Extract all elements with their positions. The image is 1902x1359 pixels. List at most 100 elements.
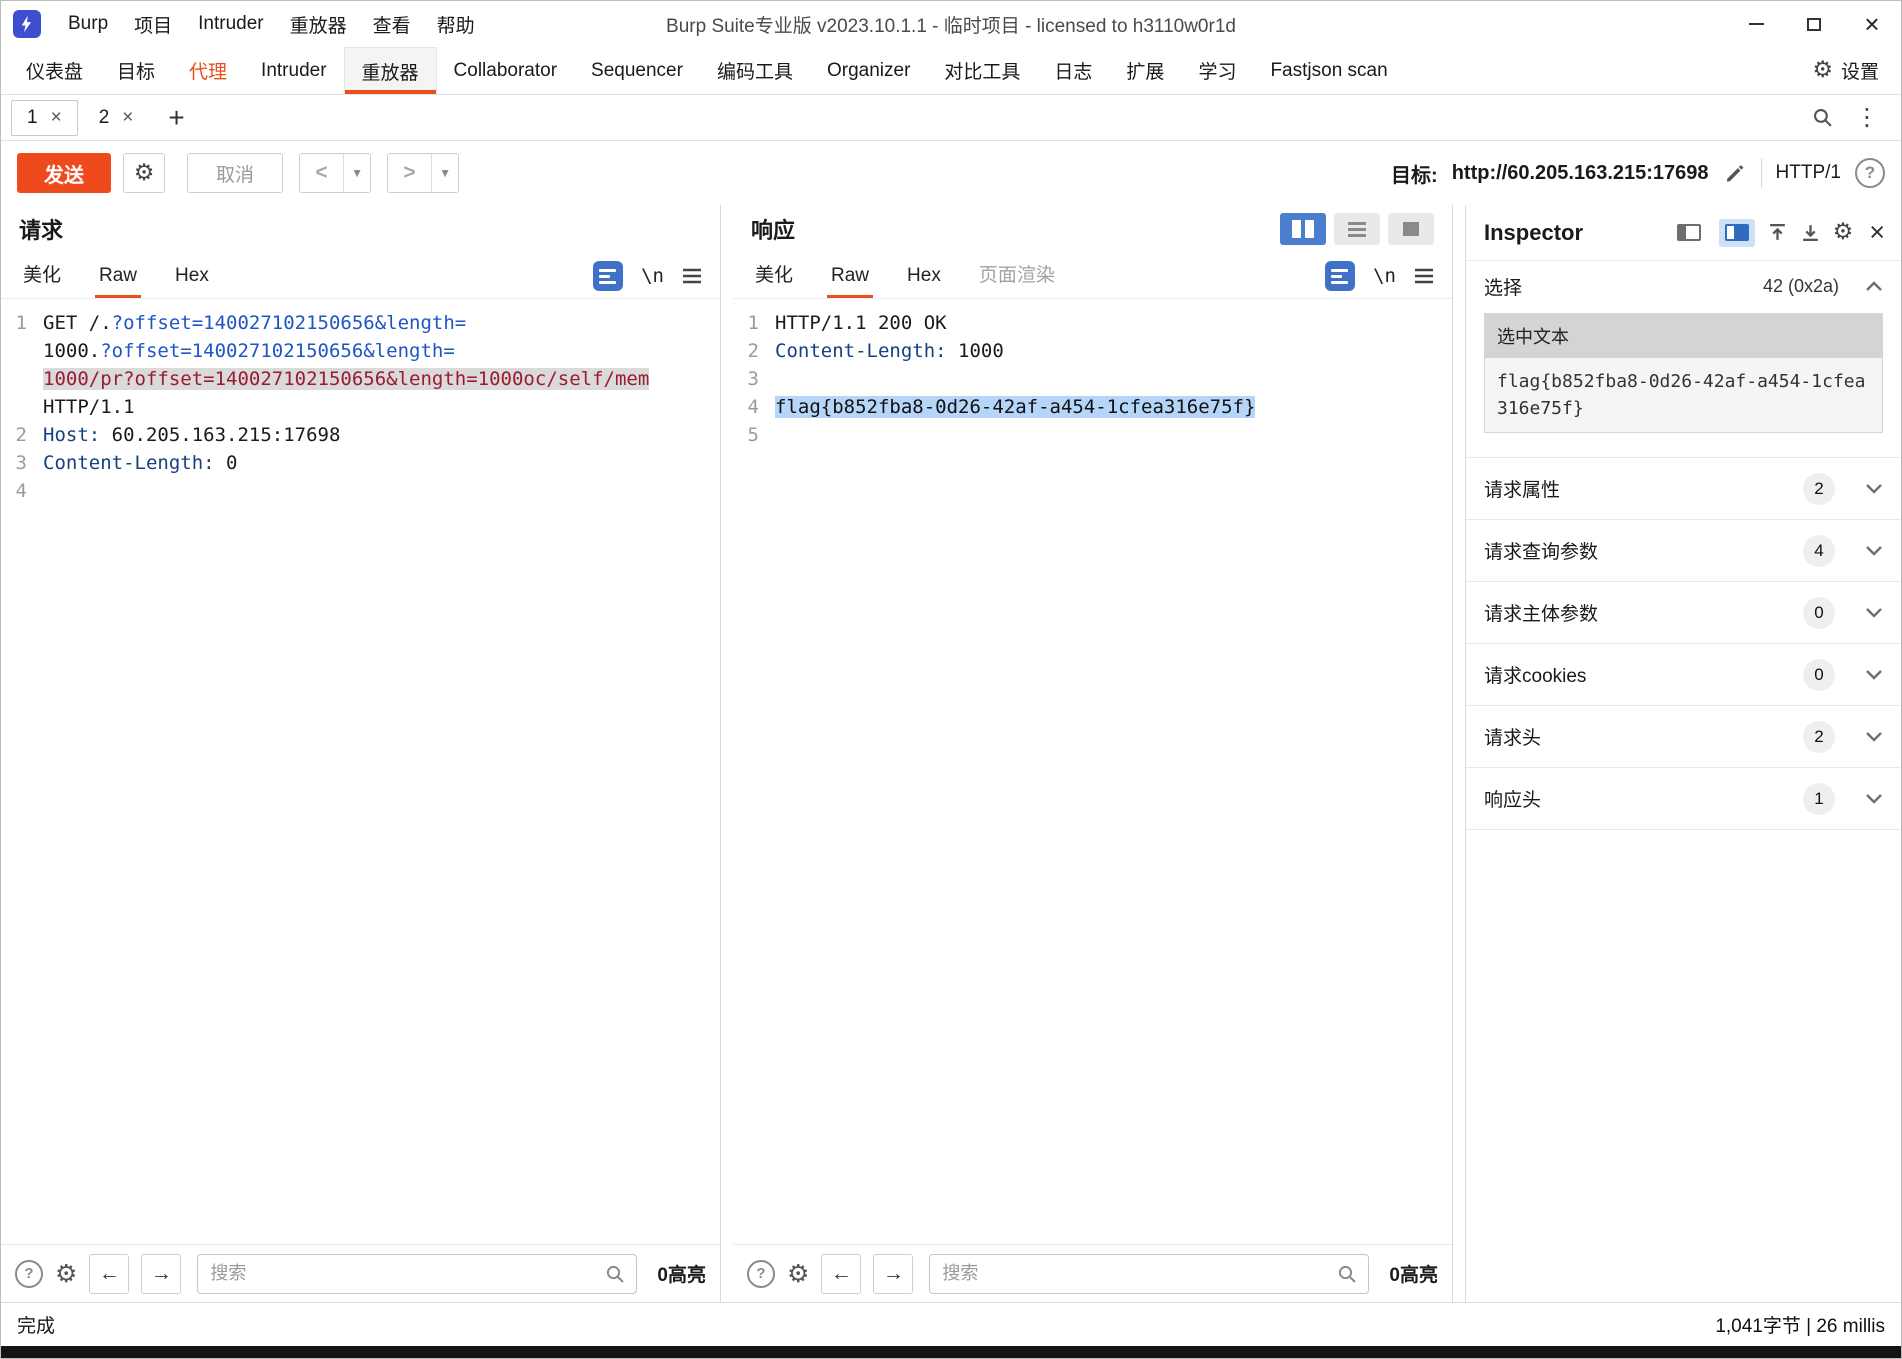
tab-raw[interactable]: Raw — [95, 265, 142, 298]
section-cookies[interactable]: 请求cookies 0 — [1466, 643, 1901, 705]
panel-divider[interactable] — [1453, 205, 1465, 1302]
help-icon[interactable]: ? — [15, 1259, 43, 1288]
menu-intruder[interactable]: Intruder — [185, 13, 276, 35]
response-search-input[interactable] — [929, 1253, 1370, 1294]
prev-match-button[interactable]: ← — [821, 1253, 862, 1294]
prettify-icon[interactable] — [1325, 261, 1356, 291]
repeater-tab-2[interactable]: 2 × — [84, 100, 149, 136]
tab-sequencer[interactable]: Sequencer — [574, 47, 700, 94]
close-inspector-icon[interactable]: × — [1869, 219, 1885, 246]
help-icon[interactable]: ? — [747, 1259, 775, 1288]
tab-logger[interactable]: 日志 — [1037, 47, 1109, 94]
gear-icon[interactable]: ⚙ — [55, 1261, 77, 1286]
menu-burp[interactable]: Burp — [55, 13, 121, 35]
tab-comparer[interactable]: 对比工具 — [927, 47, 1037, 94]
line-content: Host: 60.205.163.215:17698 — [43, 424, 341, 446]
add-tab-button[interactable]: + — [154, 103, 198, 132]
close-tab-icon[interactable]: × — [51, 108, 62, 127]
panel-divider[interactable] — [721, 205, 733, 1302]
kebab-menu-icon[interactable]: ⋮ — [1855, 105, 1879, 130]
tab-label: 代理 — [189, 62, 228, 83]
request-search-input[interactable] — [197, 1253, 638, 1294]
tab-label: 学习 — [1198, 62, 1237, 83]
minimize-button[interactable] — [1727, 1, 1785, 47]
columns-layout-button[interactable] — [1280, 213, 1326, 245]
response-search-bar: ? ⚙ ← → 0高亮 — [733, 1244, 1452, 1302]
tab-intruder[interactable]: Intruder — [244, 47, 343, 94]
maximize-button[interactable] — [1785, 1, 1843, 47]
response-editor[interactable]: 1 HTTP/1.1 200 OK 2 Content-Length: 1000… — [733, 299, 1452, 1244]
help-icon[interactable]: ? — [1855, 158, 1885, 188]
tab-render[interactable]: 页面渲染 — [975, 260, 1059, 298]
status-bar: 完成 1,041字节 | 26 millis — [1, 1302, 1901, 1346]
dock-right-button[interactable] — [1718, 218, 1755, 247]
tab-learn[interactable]: 学习 — [1181, 47, 1253, 94]
single-layout-button[interactable] — [1388, 213, 1434, 245]
section-response-headers[interactable]: 响应头 1 — [1466, 767, 1901, 829]
hamburger-menu-icon[interactable] — [1414, 268, 1434, 284]
back-history-button[interactable]: < ▼ — [299, 153, 372, 193]
section-request-attributes[interactable]: 请求属性 2 — [1466, 457, 1901, 519]
tab-extensions[interactable]: 扩展 — [1109, 47, 1181, 94]
request-editor[interactable]: 1 GET /.?offset=140027102150656&length= … — [1, 299, 720, 1244]
section-query-params[interactable]: 请求查询参数 4 — [1466, 519, 1901, 581]
selected-text-value[interactable]: flag{b852fba8-0d26-42af-a454-1cfea316e75… — [1485, 358, 1882, 432]
tab-raw[interactable]: Raw — [827, 265, 874, 298]
dock-left-button[interactable] — [1671, 219, 1707, 247]
repeater-tab-1[interactable]: 1 × — [11, 99, 78, 136]
request-search-bar: ? ⚙ ← → 0高亮 — [1, 1244, 720, 1302]
tab-hex[interactable]: Hex — [171, 265, 213, 298]
tab-repeater[interactable]: 重放器 — [343, 47, 437, 94]
send-settings-button[interactable]: ⚙ — [123, 153, 165, 193]
prettify-icon[interactable] — [593, 261, 624, 291]
gear-icon[interactable]: ⚙ — [787, 1261, 809, 1286]
tab-pretty[interactable]: 美化 — [751, 260, 797, 298]
next-match-button[interactable]: → — [141, 1253, 182, 1294]
inspector-title: Inspector — [1484, 219, 1584, 245]
search-icon — [1337, 1264, 1357, 1284]
edit-target-icon[interactable] — [1723, 161, 1747, 185]
close-tab-icon[interactable]: × — [122, 108, 133, 127]
close-button[interactable]: × — [1843, 1, 1901, 47]
section-label: 请求属性 — [1484, 480, 1561, 501]
chevron-down-icon — [1865, 793, 1883, 804]
show-newlines-toggle[interactable]: \n — [641, 265, 664, 287]
tab-hex[interactable]: Hex — [903, 265, 945, 298]
send-button[interactable]: 发送 — [17, 153, 111, 193]
section-request-headers[interactable]: 请求头 2 — [1466, 705, 1901, 767]
forward-arrow-icon[interactable]: > — [388, 154, 433, 192]
tab-collaborator[interactable]: Collaborator — [437, 47, 575, 94]
collapse-all-icon[interactable] — [1767, 222, 1788, 243]
gear-icon[interactable]: ⚙ — [1833, 221, 1854, 244]
next-match-button[interactable]: → — [873, 1253, 914, 1294]
line-number: 2 — [15, 424, 27, 446]
forward-dropdown-icon[interactable]: ▼ — [432, 154, 458, 192]
line-content — [775, 365, 1452, 393]
cancel-button[interactable]: 取消 — [187, 153, 284, 193]
back-dropdown-icon[interactable]: ▼ — [344, 154, 370, 192]
count-badge: 0 — [1803, 658, 1835, 691]
http-version[interactable]: HTTP/1 — [1776, 162, 1841, 184]
menu-repeater[interactable]: 重放器 — [277, 11, 360, 38]
back-arrow-icon[interactable]: < — [300, 154, 345, 192]
tab-organizer[interactable]: Organizer — [810, 47, 927, 94]
menu-view[interactable]: 查看 — [360, 11, 424, 38]
tab-dashboard[interactable]: 仪表盘 — [9, 47, 100, 94]
tab-fastjson-scan[interactable]: Fastjson scan — [1253, 47, 1404, 94]
selection-section-header[interactable]: 选择 42 (0x2a) — [1466, 261, 1901, 311]
menu-help[interactable]: 帮助 — [424, 11, 488, 38]
forward-history-button[interactable]: > ▼ — [387, 153, 460, 193]
menu-project[interactable]: 项目 — [121, 11, 185, 38]
prev-match-button[interactable]: ← — [89, 1253, 130, 1294]
settings-button[interactable]: ⚙ 设置 — [1812, 47, 1901, 94]
hamburger-menu-icon[interactable] — [682, 268, 702, 284]
expand-all-icon[interactable] — [1800, 222, 1821, 243]
search-icon[interactable] — [1812, 107, 1833, 128]
section-body-params[interactable]: 请求主体参数 0 — [1466, 581, 1901, 643]
show-newlines-toggle[interactable]: \n — [1373, 265, 1396, 287]
rows-layout-button[interactable] — [1334, 213, 1380, 245]
tab-pretty[interactable]: 美化 — [19, 260, 65, 298]
tab-target[interactable]: 目标 — [100, 47, 172, 94]
tab-decoder[interactable]: 编码工具 — [700, 47, 810, 94]
tab-proxy[interactable]: 代理 — [172, 47, 244, 94]
